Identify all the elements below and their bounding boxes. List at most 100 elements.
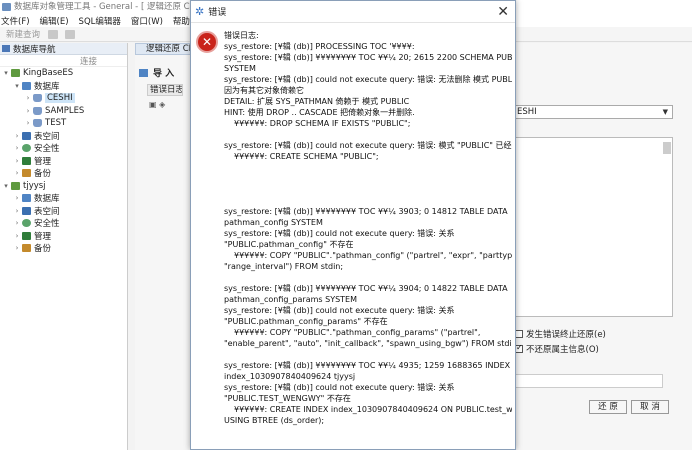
- expand-toggle-icon[interactable]: ›: [13, 169, 21, 177]
- tree-item[interactable]: › 备份: [0, 242, 127, 255]
- cyl-icon: [33, 119, 42, 128]
- tree-item-label: 安全性: [34, 144, 60, 155]
- expand-toggle-icon[interactable]: ›: [13, 207, 21, 215]
- tree-item[interactable]: ▾ KingBaseES: [0, 67, 127, 80]
- connect-button[interactable]: 连接: [80, 55, 97, 67]
- tree-item-label: 数据库: [34, 194, 60, 205]
- tab-error-log[interactable]: 错误日志: [147, 84, 183, 96]
- error-message: 错误日志: sys_restore: [¥辑 (db)] PROCESSING T…: [224, 30, 512, 450]
- tree-item-label: 管理: [34, 231, 52, 242]
- menu-file[interactable]: 文件(F): [1, 15, 30, 27]
- message-line: [224, 426, 512, 437]
- message-line: ¥¥¥¥¥¥: CREATE INDEX index_1030907840409…: [234, 405, 512, 414]
- menu-edit[interactable]: 编辑(E): [40, 15, 69, 27]
- expand-toggle-icon[interactable]: ›: [24, 119, 32, 127]
- db-icon: [22, 194, 31, 203]
- tree-item[interactable]: › SAMPLES: [0, 105, 127, 118]
- message-line: sys_restore: [¥辑 (db)] could not execute…: [224, 306, 455, 315]
- message-line: HINT: 使用 DROP .. CASCADE 把倚赖对象一并删除.: [224, 108, 415, 117]
- expand-toggle-icon[interactable]: ›: [13, 132, 21, 140]
- toolbar-icon-2[interactable]: [65, 29, 76, 39]
- menu-sql-editor[interactable]: SQL编辑器: [79, 15, 121, 27]
- tab-logical-restore[interactable]: 逻辑还原 CE: [135, 43, 195, 55]
- chevron-down-icon: ▼: [662, 108, 668, 116]
- srv-icon: [11, 181, 20, 190]
- toolbar-icon-1[interactable]: [48, 29, 59, 39]
- tree-item[interactable]: ▾ tjyysj: [0, 180, 127, 193]
- message-line: ¥¥¥¥¥¥: CREATE SCHEMA "PUBLIC";: [234, 152, 379, 161]
- expand-toggle-icon[interactable]: ›: [13, 194, 21, 202]
- message-line: [224, 173, 512, 184]
- expand-toggle-icon[interactable]: ›: [13, 232, 21, 240]
- tree-item[interactable]: › 表空间: [0, 130, 127, 143]
- message-line: "PUBLIC.pathman_config_params" 不存在: [224, 317, 388, 326]
- restore-button[interactable]: 还 原: [589, 400, 627, 414]
- tree-item[interactable]: › 表空间: [0, 205, 127, 218]
- dialog-titlebar: ✲ 错误: [191, 1, 515, 23]
- expand-toggle-icon[interactable]: ▾: [13, 82, 21, 90]
- expand-toggle-icon[interactable]: ›: [13, 244, 21, 252]
- tree-item-label: SAMPLES: [45, 105, 85, 116]
- app-icon: [2, 3, 11, 11]
- message-line: 错误日志:: [224, 31, 259, 40]
- import-icon: [139, 69, 148, 77]
- new-query-button[interactable]: 新建查询: [6, 28, 40, 40]
- options-textarea[interactable]: [513, 137, 673, 317]
- expand-toggle-icon[interactable]: ▾: [2, 182, 10, 190]
- no-owner-checkbox[interactable]: 不还原属主信息(O): [515, 343, 599, 355]
- expand-toggle-icon[interactable]: ›: [13, 144, 21, 152]
- tree-item[interactable]: › 备份: [0, 167, 127, 180]
- restore-options: ESHI ▼ 发生错误终止还原(e) 不还原属主信息(O) 还 原 取 消: [513, 100, 685, 414]
- tree-item[interactable]: › 数据库: [0, 192, 127, 205]
- dialog-title: 错误: [208, 8, 227, 18]
- import-title: 导 入: [153, 69, 175, 79]
- tree-item-label: 数据库: [34, 81, 60, 92]
- tree-item[interactable]: › CESHI: [0, 92, 127, 105]
- message-line: USING BTREE (ds_order);: [224, 416, 325, 425]
- expand-toggle-icon[interactable]: ›: [24, 107, 32, 115]
- message-line: sys_restore: [¥辑 (db)] ¥¥¥¥¥¥¥¥ TOC ¥¥¼ …: [224, 361, 511, 370]
- tree-item[interactable]: › 管理: [0, 155, 127, 168]
- expand-toggle-icon[interactable]: ›: [13, 157, 21, 165]
- tree-item[interactable]: › 管理: [0, 230, 127, 243]
- message-line: SYSTEM: [224, 64, 256, 73]
- close-icon[interactable]: ✕: [497, 4, 509, 20]
- expand-toggle-icon[interactable]: ›: [24, 94, 32, 102]
- message-line: "range_interval") FROM stdin;: [224, 262, 344, 271]
- message-line: sys_restore: [¥辑 (db)] ¥¥¥¥¥¥¥¥ TOC ¥¥¼ …: [224, 284, 508, 293]
- tree-item[interactable]: › 安全性: [0, 217, 127, 230]
- checkbox-box-checked[interactable]: [515, 343, 523, 353]
- log-toolbar-icons[interactable]: ▣ ◈: [149, 100, 165, 109]
- bak-icon: [22, 244, 31, 253]
- navigator-title: 数据库导航: [13, 44, 56, 55]
- table-icon: [22, 206, 31, 215]
- cyl-icon: [33, 94, 42, 103]
- menu-window[interactable]: 窗口(W): [131, 15, 163, 27]
- tree-item-label: 安全性: [34, 219, 60, 230]
- message-line: [224, 437, 512, 448]
- expand-toggle-icon[interactable]: ›: [13, 219, 21, 227]
- tree-item-label: 备份: [34, 244, 52, 255]
- message-line: "PUBLIC.TEST_WENGWY" 不存在: [224, 394, 351, 403]
- tree-item[interactable]: › TEST: [0, 117, 127, 130]
- expand-toggle-icon[interactable]: ▾: [2, 69, 10, 77]
- srv-icon: [11, 69, 20, 78]
- message-line: sys_restore: [¥辑 (db)] PROCESSING TOC '¥…: [224, 42, 415, 51]
- tree-item[interactable]: ▾ 数据库: [0, 80, 127, 93]
- navigator-toolbar: 连接: [0, 55, 127, 67]
- message-line: 因为有其它对象倚赖它: [224, 86, 304, 95]
- stop-on-error-checkbox[interactable]: 发生错误终止还原(e): [515, 328, 606, 340]
- cancel-button[interactable]: 取 消: [631, 400, 669, 414]
- message-line: ¥¥¥¥¥¥: COPY "PUBLIC"."pathman_config_pa…: [234, 328, 481, 337]
- scrollbar-thumb[interactable]: [663, 142, 671, 154]
- database-select[interactable]: ESHI ▼: [513, 105, 673, 119]
- message-line: sys_restore: [¥辑 (db)] could not execute…: [224, 229, 455, 238]
- window-title: 数据库对象管理工具 - General - [ 逻辑还原 CESHI ]: [14, 2, 216, 12]
- checkbox-box[interactable]: [515, 330, 523, 338]
- error-dialog: ✲ 错误 ✕ ✕ 错误日志: sys_restore: [¥辑 (db)] PRO…: [190, 0, 516, 450]
- tree-item[interactable]: › 安全性: [0, 142, 127, 155]
- message-line: sys_restore: [¥辑 (db)] could not execute…: [224, 383, 455, 392]
- mgr-icon: [22, 231, 31, 240]
- tree-item-label: 备份: [34, 169, 52, 180]
- message-line: [224, 184, 512, 195]
